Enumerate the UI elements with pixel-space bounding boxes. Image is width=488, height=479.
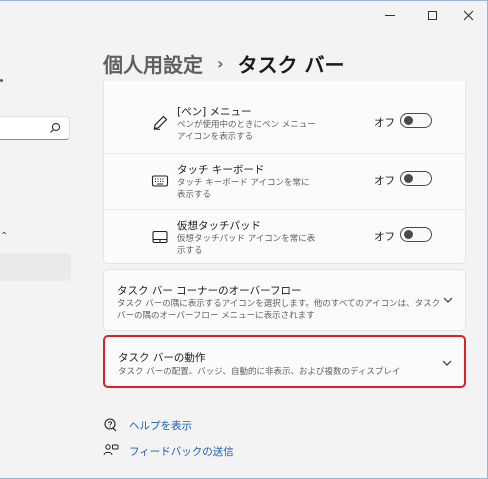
touch-keyboard-toggle-label: オフ <box>374 175 395 187</box>
virtual-touchpad-desc: 仮想タッチパッド アイコンを常に表示する <box>177 234 316 256</box>
taskbar-corner-overflow-desc: タスク バーの隅に表示するアイコンを選択します。他のすべてのアイコンは、タスク … <box>117 299 441 321</box>
pen-icon <box>153 115 168 131</box>
pen-touch-group: [ペン] メニュー ペンが使用中のときにペン メニュー アイコンを表示する オフ… <box>103 81 467 264</box>
pen-menu-title: [ペン] メニュー <box>177 106 252 118</box>
taskbar-behaviors-desc: タスク バーの配置、バッジ、自動的に非表示、および複数のディスプレイ <box>118 367 401 377</box>
touch-keyboard-title: タッチ キーボード <box>177 164 265 176</box>
touch-keyboard-desc: タッチ キーボード アイコンを常に表示する <box>177 178 310 200</box>
keyboard-icon <box>151 175 169 187</box>
toggle-knob <box>404 116 413 125</box>
virtual-touchpad-toggle[interactable] <box>400 227 432 242</box>
chevron-down-icon <box>443 297 453 303</box>
minimize-button[interactable] <box>370 1 410 29</box>
close-button[interactable] <box>448 1 487 29</box>
virtual-touchpad-row: 仮想タッチパッド 仮想タッチパッド アイコンを常に表示する オフ <box>104 209 467 264</box>
maximize-icon <box>427 10 437 20</box>
taskbar-behaviors-card[interactable]: タスク バーの動作 タスク バーの配置、バッジ、自動的に非表示、および複数のディ… <box>103 335 466 388</box>
settings-window: ⌃ 個人用設定 › タスク バー [ペン] メニュー ペンが使用中のときにペン … <box>0 0 488 479</box>
toggle-knob <box>404 230 413 239</box>
search-icon <box>50 122 61 133</box>
touch-keyboard-toggle[interactable] <box>400 171 432 186</box>
search-input[interactable] <box>0 116 70 140</box>
pen-menu-row: [ペン] メニュー ペンが使用中のときにペン メニュー アイコンを表示する オフ <box>104 96 467 151</box>
breadcrumb-separator: › <box>217 53 224 73</box>
chevron-down-icon <box>442 360 452 366</box>
virtual-touchpad-title: 仮想タッチパッド <box>177 220 261 232</box>
close-icon <box>463 10 473 20</box>
pen-menu-toggle-label: オフ <box>374 117 395 129</box>
help-link[interactable]: ヘルプを表示 <box>103 417 192 433</box>
sidebar-item-personalization[interactable] <box>0 253 71 281</box>
taskbar-corner-overflow-title: タスク バー コーナーのオーバーフロー <box>117 285 302 297</box>
maximize-button[interactable] <box>412 1 452 29</box>
sidebar-avatar-edge <box>0 79 3 82</box>
feedback-link[interactable]: フィードバックの送信 <box>103 443 234 459</box>
page-title: タスク バー <box>237 52 345 77</box>
help-link-text[interactable]: ヘルプを表示 <box>129 418 192 433</box>
breadcrumb: 個人用設定 › タスク バー <box>103 48 345 78</box>
toggle-knob <box>404 174 413 183</box>
help-icon <box>104 418 117 432</box>
feedback-link-text[interactable]: フィードバックの送信 <box>129 444 234 459</box>
taskbar-behaviors-title: タスク バーの動作 <box>118 352 206 364</box>
sidebar-expand-icon[interactable]: ⌃ <box>0 231 8 242</box>
touch-keyboard-row: タッチ キーボード タッチ キーボード アイコンを常に表示する オフ <box>104 153 467 208</box>
pen-menu-toggle[interactable] <box>400 113 432 128</box>
pen-menu-desc: ペンが使用中のときにペン メニュー アイコンを表示する <box>177 120 316 142</box>
minimize-icon <box>385 14 395 16</box>
touchpad-icon <box>152 230 168 244</box>
feedback-icon <box>103 444 119 456</box>
taskbar-corner-overflow-card[interactable]: タスク バー コーナーのオーバーフロー タスク バーの隅に表示するアイコンを選択… <box>103 269 466 331</box>
breadcrumb-parent[interactable]: 個人用設定 <box>103 49 203 78</box>
virtual-touchpad-toggle-label: オフ <box>374 231 395 243</box>
